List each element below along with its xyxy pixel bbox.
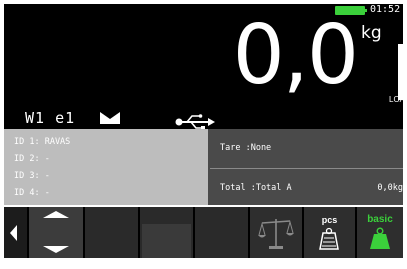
total-value: 0,0kg — [377, 183, 403, 193]
softkey-bar: pcs basic — [4, 207, 403, 258]
weighing-indicator-screen: 01:52 0,0 kg LOA W1 e1 ID 1: RAVAS ID 2:… — [0, 0, 407, 269]
weight-display: 01:52 0,0 kg LOA W1 e1 — [4, 4, 403, 131]
usb-icon — [175, 114, 215, 130]
up-down-arrows-icon — [43, 211, 69, 253]
load-bar-indicator — [398, 44, 403, 100]
weight-unit: kg — [361, 23, 382, 43]
balance-scale-icon — [258, 219, 294, 249]
scroll-key[interactable] — [29, 207, 85, 258]
id-line-2: ID 2: - — [14, 154, 50, 164]
softkey-4-highlight — [142, 224, 191, 258]
counting-weight-icon — [319, 227, 339, 250]
back-key[interactable] — [4, 207, 29, 258]
id-line-1: ID 1: RAVAS — [14, 137, 71, 147]
id-line-4: ID 4: - — [14, 188, 50, 198]
tare-label: Tare :None — [220, 143, 272, 153]
balance-key[interactable] — [250, 207, 304, 258]
clock: 01:52 — [370, 4, 401, 15]
id-list[interactable]: ID 1: RAVAS ID 2: - ID 3: - ID 4: - — [4, 129, 208, 205]
pcs-key[interactable]: pcs — [304, 207, 357, 258]
scale-range-label: W1 e1 — [25, 109, 76, 127]
net-icon — [100, 112, 120, 124]
softkey-3[interactable] — [85, 207, 140, 258]
green-weight-icon — [370, 227, 390, 249]
chevron-left-icon — [10, 225, 17, 241]
softkey-4[interactable] — [140, 207, 195, 258]
softkey-5[interactable] — [195, 207, 250, 258]
info-panel: ID 1: RAVAS ID 2: - ID 3: - ID 4: - Tare… — [4, 129, 403, 205]
load-label: LOA — [389, 95, 403, 104]
total-field[interactable]: Total :Total A 0,0kg — [210, 168, 403, 205]
total-label: Total :Total A — [220, 183, 292, 193]
basic-key[interactable]: basic — [357, 207, 403, 258]
tare-field[interactable]: Tare :None — [210, 129, 403, 166]
weight-value: 0,0 — [232, 8, 359, 103]
id-line-3: ID 3: - — [14, 171, 50, 181]
